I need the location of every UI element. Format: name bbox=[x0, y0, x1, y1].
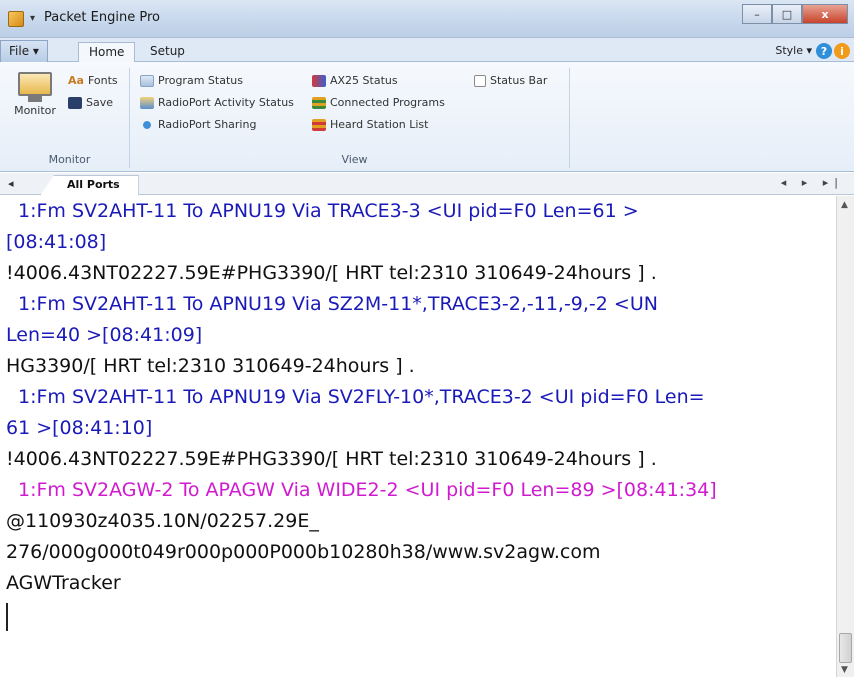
heard-station-list-button[interactable]: Heard Station List bbox=[312, 118, 428, 131]
ribbon-group-view: Program Status RadioPort Activity Status… bbox=[140, 68, 570, 168]
ax25-status-label: AX25 Status bbox=[330, 74, 398, 87]
monitor-button-label: Monitor bbox=[14, 104, 56, 117]
heard-station-list-label: Heard Station List bbox=[330, 118, 429, 131]
tab-home[interactable]: Home bbox=[78, 42, 136, 63]
monitor-line: AGWTracker bbox=[6, 572, 121, 594]
monitor-line: Len=40 >[08:41:09] bbox=[6, 324, 203, 346]
share-icon bbox=[140, 118, 154, 131]
status-bar-checkbox[interactable]: Status Bar bbox=[474, 74, 547, 87]
monitor-line: [08:41:08] bbox=[6, 231, 107, 253]
program-status-button[interactable]: Program Status bbox=[140, 74, 243, 87]
text-caret bbox=[6, 603, 8, 631]
save-icon bbox=[68, 96, 82, 109]
tab-all-ports[interactable]: All Ports bbox=[40, 175, 139, 196]
radioport-activity-status-label: RadioPort Activity Status bbox=[158, 96, 294, 109]
connected-programs-label: Connected Programs bbox=[330, 96, 445, 109]
monitor-line: @110930z4035.10N/02257.29E_ bbox=[6, 510, 319, 532]
ribbon-group-label-monitor: Monitor bbox=[48, 153, 91, 166]
scroll-up-icon[interactable]: ▲ bbox=[841, 200, 848, 210]
ax25-status-button[interactable]: AX25 Status bbox=[312, 74, 398, 87]
style-menu[interactable]: Style ▾ bbox=[775, 44, 812, 57]
help-icon[interactable]: ? bbox=[816, 43, 832, 59]
radioport-sharing-button[interactable]: RadioPort Sharing bbox=[140, 118, 256, 131]
close-button[interactable]: x bbox=[802, 4, 848, 24]
checkbox-icon bbox=[474, 74, 486, 87]
monitor-line: 1:Fm SV2AHT-11 To APNU19 Via SZ2M-11*,TR… bbox=[18, 293, 658, 315]
connected-programs-button[interactable]: Connected Programs bbox=[312, 96, 445, 109]
monitor-line: !4006.43NT02227.59E#PHG3390/[ HRT tel:23… bbox=[6, 262, 657, 284]
ribbon-tab-bar: File ▾ Home Setup Style ▾ ? i bbox=[0, 38, 854, 63]
first-tab-icon[interactable]: ◂ bbox=[8, 177, 14, 190]
title-bar: ▾ Packet Engine Pro – □ x bbox=[0, 0, 854, 38]
fonts-button[interactable]: Aa Fonts bbox=[68, 74, 118, 87]
ribbon-panel: Monitor Aa Fonts Save Monitor Program St… bbox=[0, 62, 854, 172]
monitor-line: !4006.43NT02227.59E#PHG3390/[ HRT tel:23… bbox=[6, 448, 657, 470]
window-controls: – □ x bbox=[742, 4, 848, 24]
radioport-activity-icon bbox=[140, 96, 154, 109]
ribbon-group-monitor: Monitor Aa Fonts Save Monitor bbox=[10, 68, 130, 168]
status-bar-label: Status Bar bbox=[490, 74, 548, 87]
monitor-line: 1:Fm SV2AHT-11 To APNU19 Via SV2FLY-10*,… bbox=[18, 386, 705, 408]
heard-station-list-icon bbox=[312, 118, 326, 131]
monitor-icon bbox=[18, 72, 52, 96]
program-status-label: Program Status bbox=[158, 74, 243, 87]
save-button[interactable]: Save bbox=[68, 96, 113, 109]
app-icon[interactable] bbox=[8, 11, 24, 27]
tab-setup[interactable]: Setup bbox=[140, 42, 195, 62]
maximize-button[interactable]: □ bbox=[772, 4, 802, 24]
monitor-line: HG3390/[ HRT tel:2310 310649-24hours ] . bbox=[6, 355, 415, 377]
save-label: Save bbox=[86, 96, 114, 109]
radioport-sharing-label: RadioPort Sharing bbox=[158, 118, 257, 131]
quick-access-dropdown-icon[interactable]: ▾ bbox=[30, 13, 35, 24]
minimize-button[interactable]: – bbox=[742, 4, 772, 24]
tab-file[interactable]: File ▾ bbox=[0, 40, 48, 62]
monitor-button[interactable]: Monitor bbox=[10, 70, 60, 140]
monitor-text-area[interactable]: 1:Fm SV2AHT-11 To APNU19 Via TRACE3-3 <U… bbox=[0, 196, 836, 677]
program-status-icon bbox=[140, 74, 154, 87]
fonts-icon: Aa bbox=[68, 74, 84, 87]
scroll-thumb[interactable] bbox=[839, 633, 852, 663]
ribbon-group-label-view: View bbox=[341, 153, 368, 166]
scroll-down-icon[interactable]: ▼ bbox=[841, 665, 848, 675]
monitor-line: 61 >[08:41:10] bbox=[6, 417, 153, 439]
info-icon[interactable]: i bbox=[834, 43, 850, 59]
fonts-label: Fonts bbox=[87, 74, 118, 87]
monitor-line: 1:Fm SV2AHT-11 To APNU19 Via TRACE3-3 <U… bbox=[18, 200, 639, 222]
radioport-activity-status-button[interactable]: RadioPort Activity Status bbox=[140, 96, 294, 109]
connected-programs-icon bbox=[312, 96, 326, 109]
document-tab-strip: ◂ All Ports ◂ ▸ ▸| bbox=[0, 173, 854, 196]
monitor-line: 1:Fm SV2AGW-2 To APAGW Via WIDE2-2 <UI p… bbox=[18, 479, 717, 501]
vertical-scrollbar[interactable]: ▲ ▼ bbox=[836, 196, 854, 677]
tab-navigation-icons[interactable]: ◂ ▸ ▸| bbox=[781, 176, 844, 189]
monitor-line: 276/000g000t049r000p000P000b10280h38/www… bbox=[6, 541, 601, 563]
ax25-status-icon bbox=[312, 74, 326, 87]
window-title: Packet Engine Pro bbox=[44, 10, 160, 25]
